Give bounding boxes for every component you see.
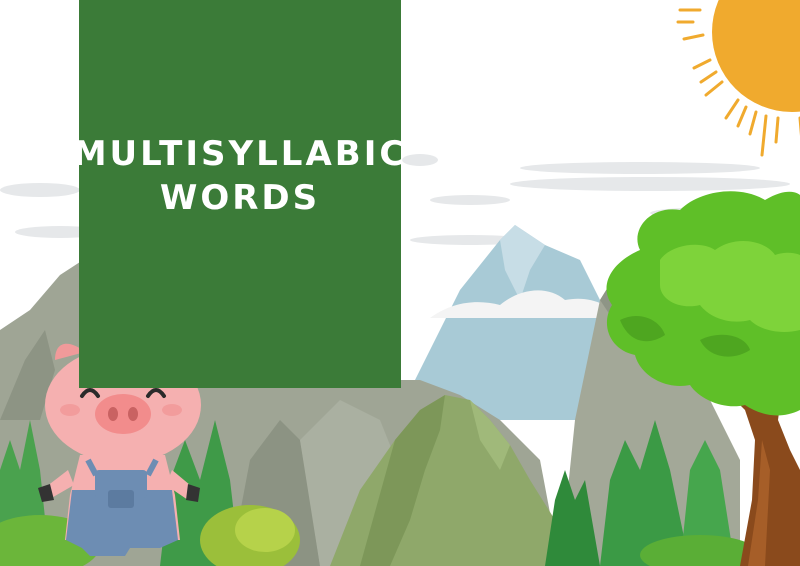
illustration-scene: MULTISYLLABIC WORDS: [0, 0, 800, 566]
title-line-2: WORDS: [159, 178, 321, 218]
title-panel: MULTISYLLABIC WORDS: [73, 0, 404, 388]
title-line-1: MULTISYLLABIC: [72, 134, 408, 174]
sun-icon: [676, 0, 800, 157]
